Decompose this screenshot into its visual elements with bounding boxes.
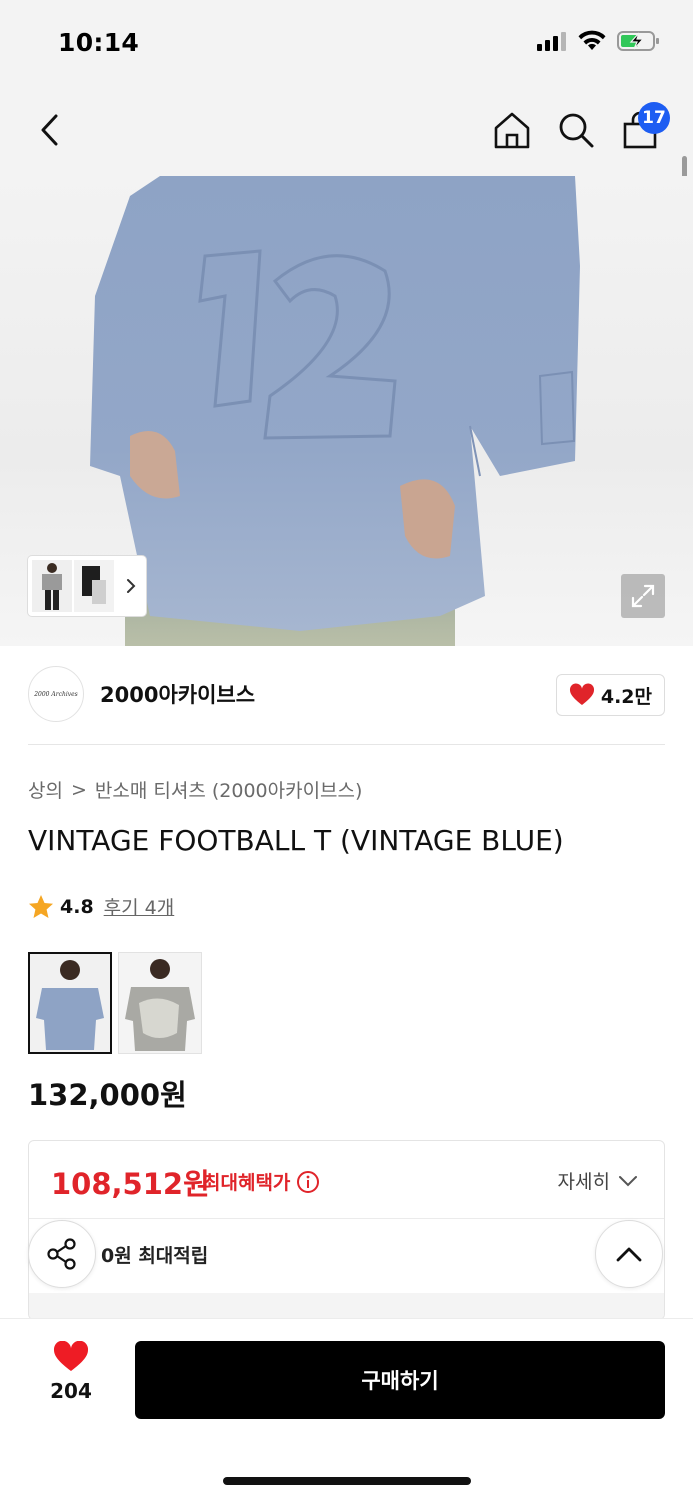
benefit-extra-area (29, 1293, 664, 1319)
product-price: 132,000원 (28, 1078, 187, 1112)
brand-name[interactable]: 2000아카이브스 (100, 679, 255, 709)
gallery-thumbnail-strip[interactable] (28, 556, 146, 616)
gallery-thumbnails (32, 560, 114, 612)
expand-icon (631, 584, 655, 608)
share-icon (47, 1238, 76, 1270)
home-indicator (223, 1477, 471, 1485)
share-button[interactable] (28, 1220, 96, 1288)
brand-like-button[interactable]: 4.2만 (555, 674, 665, 716)
color-option-vintage-blue[interactable] (28, 952, 112, 1054)
max-benefit-label: 최대혜택가 (203, 1172, 291, 1194)
breadcrumb-category[interactable]: 상의 (28, 776, 63, 803)
max-points-label: 0원 최대적립 (101, 1245, 209, 1267)
product-title: VINTAGE FOOTBALL T (VINTAGE BLUE) (28, 824, 564, 857)
status-bar: 10:14 (0, 0, 693, 88)
brand-like-count: 4.2만 (600, 685, 652, 708)
back-button[interactable] (26, 106, 74, 154)
star-icon (29, 894, 53, 918)
cart-button[interactable]: 17 (616, 102, 670, 154)
heart-filled-icon (53, 1340, 89, 1371)
wifi-icon (578, 30, 606, 50)
chevron-down-icon (619, 1175, 637, 1186)
swatch-image-blue (30, 954, 110, 1052)
top-nav-bar: 17 (0, 88, 693, 274)
status-time: 10:14 (58, 28, 140, 57)
brand-row[interactable]: 2000 Archives 2000아카이브스 4.2만 (28, 664, 665, 724)
info-icon[interactable] (296, 1170, 320, 1194)
rating-value: 4.8 (60, 895, 94, 918)
fullscreen-button[interactable] (621, 574, 665, 618)
battery-charging-icon (617, 31, 659, 51)
max-benefit-row: 108,512원 최대혜택가 자세히 (29, 1141, 664, 1219)
chevron-right-icon (127, 579, 136, 593)
brand-logo[interactable]: 2000 Archives (28, 666, 84, 722)
max-benefit-label-wrap: 최대혜택가 (203, 1168, 320, 1195)
product-image-carousel[interactable] (0, 176, 693, 646)
swatch-image-gray (119, 953, 201, 1053)
status-icons (537, 30, 661, 52)
benefit-detail-toggle[interactable]: 자세히 (558, 1167, 638, 1194)
home-button[interactable] (488, 106, 536, 154)
review-link[interactable]: 후기 4개 (104, 893, 175, 920)
cart-count-badge: 17 (638, 102, 670, 134)
chevron-up-icon (616, 1247, 642, 1262)
max-benefit-price: 108,512원 (51, 1167, 210, 1201)
scroll-to-top-button[interactable] (595, 1220, 663, 1288)
wishlist-count: 204 (50, 1379, 92, 1403)
cellular-signal-icon (537, 32, 566, 51)
buy-button[interactable]: 구매하기 (135, 1341, 665, 1419)
search-icon (559, 113, 594, 148)
rating-row: 4.8 후기 4개 (28, 893, 174, 920)
color-option-vintage-gray[interactable] (118, 952, 202, 1054)
color-options (28, 952, 202, 1054)
home-icon (494, 112, 530, 149)
heart-icon (569, 683, 594, 705)
wishlist-button[interactable]: 204 (36, 1340, 106, 1403)
breadcrumb-separator: > (70, 778, 87, 801)
bottom-purchase-bar: 204 구매하기 (0, 1318, 693, 1500)
benefit-box: 108,512원 최대혜택가 자세히 0원 최대적립 (28, 1140, 665, 1320)
divider (28, 744, 665, 745)
chevron-left-icon (41, 114, 58, 146)
breadcrumb: 상의 > 반소매 티셔츠 (2000아카이브스) (28, 776, 362, 803)
search-button[interactable] (552, 106, 600, 154)
breadcrumb-subcategory[interactable]: 반소매 티셔츠 (2000아카이브스) (95, 776, 363, 803)
benefit-detail-label: 자세히 (557, 1171, 610, 1193)
